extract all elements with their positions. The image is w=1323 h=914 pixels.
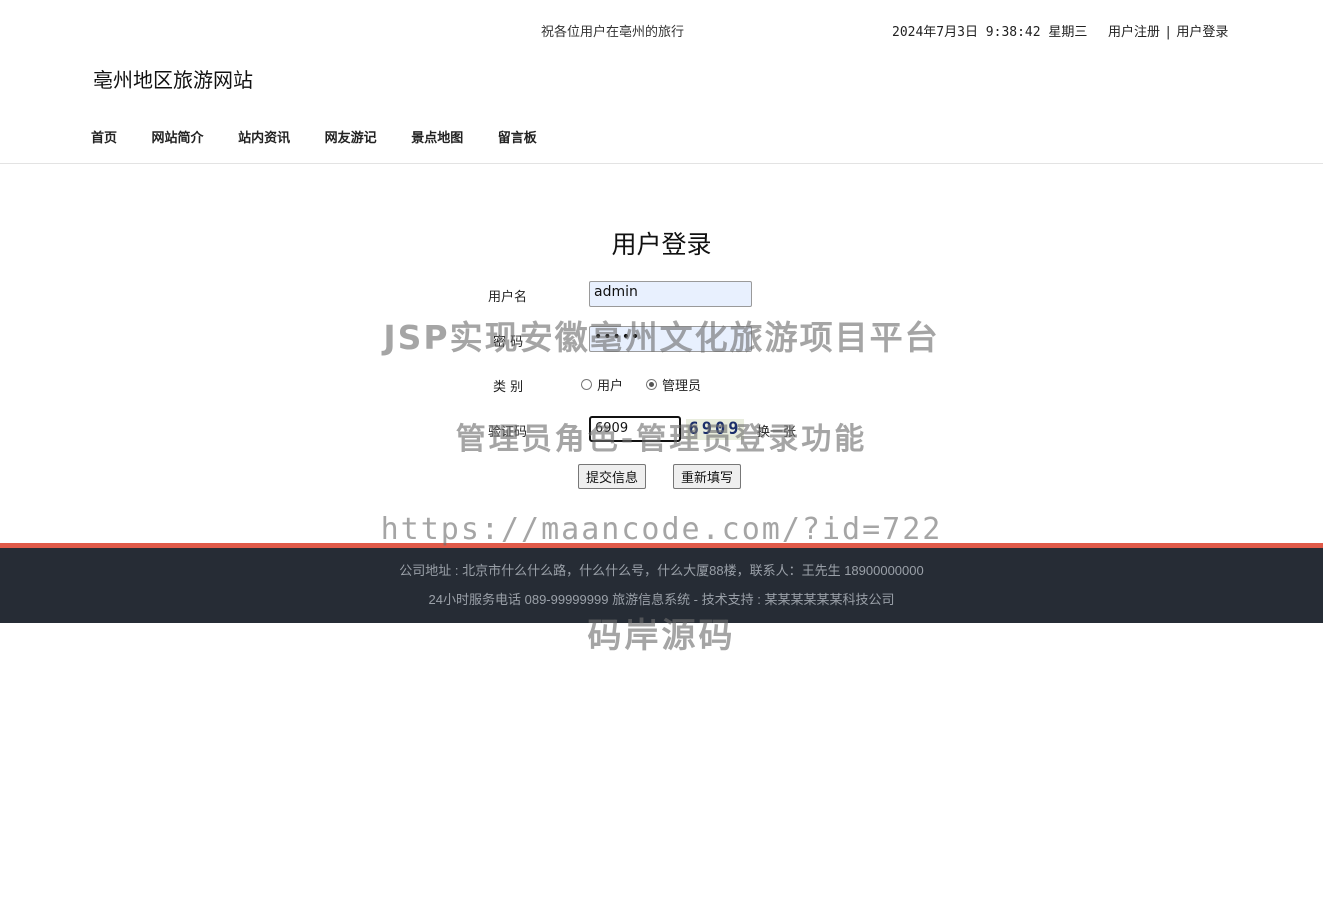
footer-service: 24小时服务电话 089-99999999 旅游信息系统 - 技术支持 : 某某… [428, 592, 895, 607]
password-label: 密 码 [493, 335, 524, 350]
type-option-user[interactable]: 用户 [581, 375, 623, 394]
captcha-image[interactable]: 6909 [686, 419, 744, 440]
type-option-admin[interactable]: 管理员 [646, 375, 701, 394]
nav-item-intro[interactable]: 网站简介 [152, 131, 204, 146]
radio-user-icon[interactable] [581, 379, 592, 390]
current-datetime: 2024年7月3日 9:38:42 星期三 [892, 25, 1088, 40]
nav-item-map[interactable]: 景点地图 [411, 131, 463, 146]
top-bar: 祝各位用户在亳州的旅行 2024年7月3日 9:38:42 星期三 用户注册 | 用… [0, 0, 1323, 60]
password-input[interactable]: ••••• [589, 326, 752, 352]
type-option-admin-label: 管理员 [662, 379, 702, 394]
reset-button[interactable]: 重新填写 [673, 464, 742, 489]
site-title: 亳州地区旅游网站 [93, 68, 253, 92]
type-option-user-label: 用户 [597, 379, 624, 394]
username-label: 用户名 [488, 290, 528, 305]
nav-item-travelogues[interactable]: 网友游记 [325, 131, 377, 146]
captcha-refresh-link[interactable]: 换一张 [757, 421, 796, 440]
username-input[interactable]: admin [589, 281, 752, 307]
captcha-input[interactable]: 6909 [589, 416, 681, 442]
footer-address: 公司地址 : 北京市什么什么路，什么什么号，什么大厦88楼，联系人：王先生 18… [399, 563, 924, 578]
submit-button[interactable]: 提交信息 [578, 464, 647, 489]
greeting-text: 祝各位用户在亳州的旅行 [541, 25, 685, 40]
footer: 公司地址 : 北京市什么什么路，什么什么号，什么大厦88楼，联系人：王先生 18… [0, 548, 1323, 623]
header-divider [0, 163, 1323, 164]
link-separator: | [1166, 25, 1171, 40]
user-links: 用户注册 | 用户登录 [1108, 21, 1228, 40]
login-title: 用户登录 [611, 230, 712, 259]
login-link[interactable]: 用户登录 [1176, 25, 1228, 40]
captcha-label: 验证码 [488, 425, 528, 440]
watermark-url: https://maancode.com/?id=722 [380, 512, 943, 547]
radio-admin-icon[interactable] [646, 379, 657, 390]
nav-item-home[interactable]: 首页 [91, 131, 117, 146]
nav-item-news[interactable]: 站内资讯 [238, 131, 290, 146]
type-label: 类 别 [493, 380, 524, 395]
nav-item-guestbook[interactable]: 留言板 [498, 131, 537, 146]
register-link[interactable]: 用户注册 [1108, 25, 1160, 40]
main-nav: 首页 网站简介 站内资讯 网友游记 景点地图 留言板 [91, 127, 567, 146]
